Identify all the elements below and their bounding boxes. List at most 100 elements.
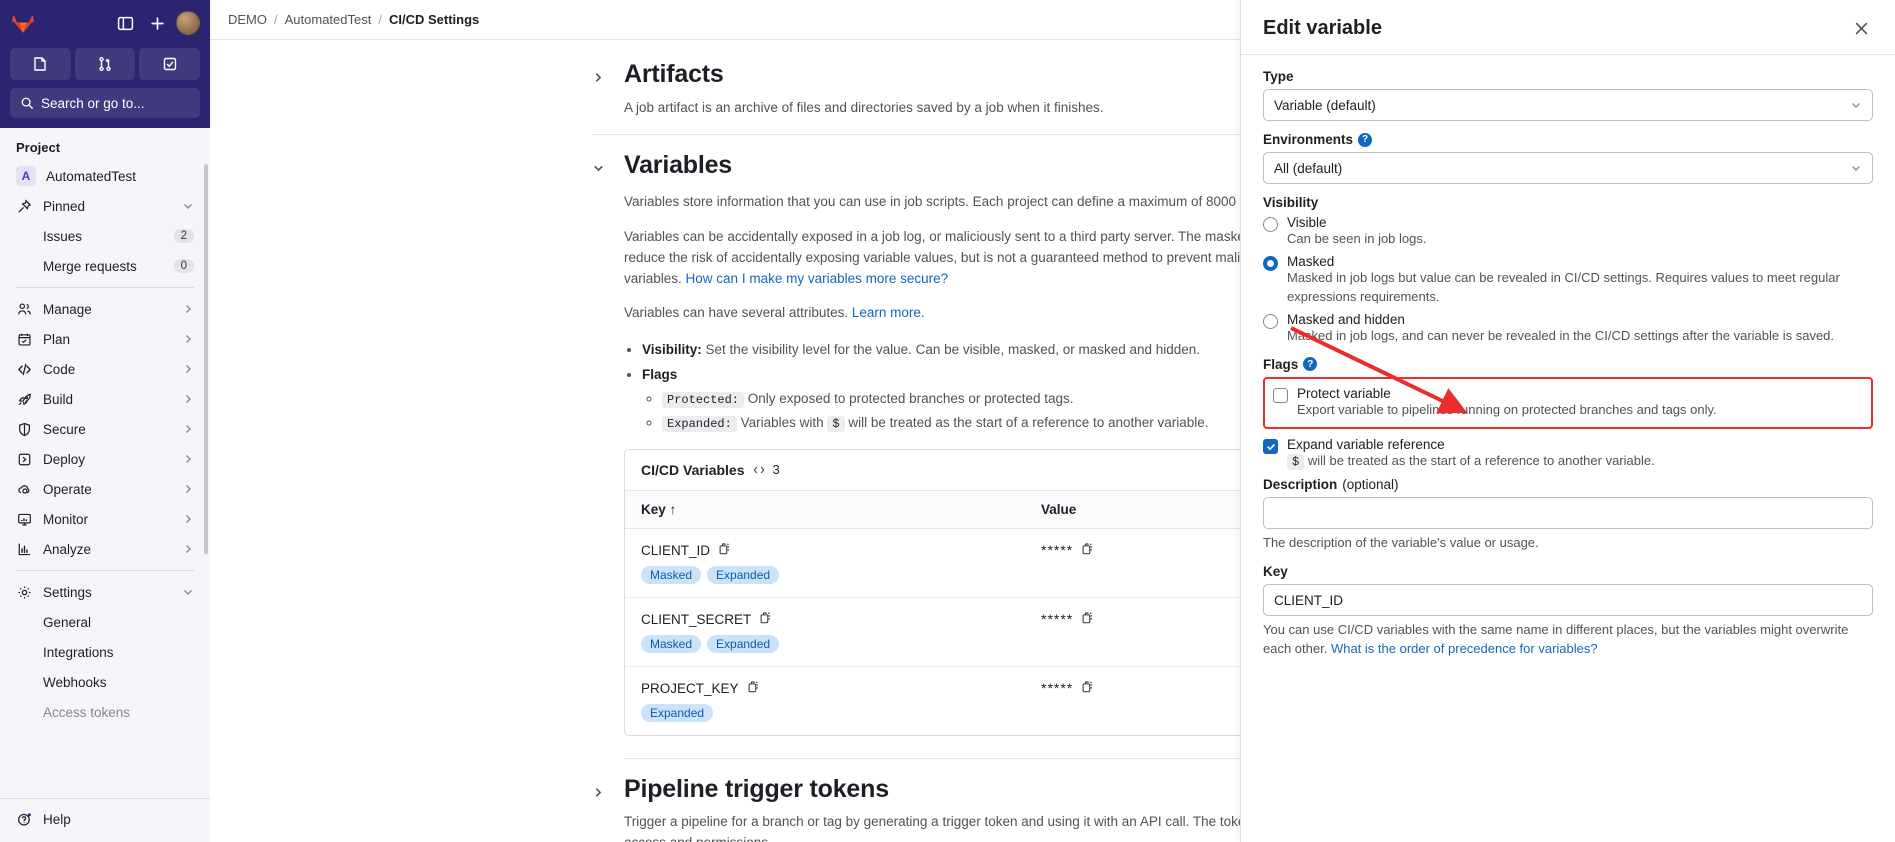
attribute-visibility-label: Visibility: xyxy=(642,342,702,358)
sidebar-toggle-icon[interactable] xyxy=(112,10,138,36)
user-avatar[interactable] xyxy=(176,11,200,35)
variable-tags: Masked Expanded xyxy=(641,565,1009,584)
search-placeholder: Search or go to... xyxy=(41,95,145,111)
todos-tab-icon[interactable] xyxy=(139,48,201,80)
chart-icon xyxy=(16,541,33,558)
nav-divider xyxy=(16,570,194,571)
attribute-visibility-text: Set the visibility level for the value. … xyxy=(705,342,1201,358)
sidebar-item-plan[interactable]: Plan xyxy=(8,324,202,354)
radio-option-visible[interactable]: Visible Can be seen in job logs. xyxy=(1263,215,1873,248)
cell-value: ***** xyxy=(1025,528,1270,598)
field-type: Type Variable (default) xyxy=(1263,69,1873,121)
edit-variable-drawer: Edit variable Type Variable (default) En… xyxy=(1240,0,1895,842)
tag-masked: Masked xyxy=(641,565,702,584)
field-description: Description (optional) The description o… xyxy=(1263,477,1873,553)
sidebar-item-analyze[interactable]: Analyze xyxy=(8,534,202,564)
variable-value: ***** xyxy=(1041,542,1074,559)
variables-p2-link[interactable]: How can I make my variables more secure? xyxy=(686,271,949,286)
merge-requests-badge: 0 xyxy=(173,259,194,273)
environments-select[interactable]: All (default) xyxy=(1263,152,1873,184)
sidebar-item-label: Pinned xyxy=(43,198,86,214)
radio-visible-desc: Can be seen in job logs. xyxy=(1287,231,1427,246)
chevron-right-icon xyxy=(186,365,191,373)
copy-icon[interactable] xyxy=(1081,680,1095,697)
breadcrumb-separator: / xyxy=(274,12,278,27)
breadcrumb-item-demo[interactable]: DEMO xyxy=(228,12,267,27)
protect-variable-checkbox[interactable] xyxy=(1273,387,1288,403)
issues-badge: 2 xyxy=(173,229,194,243)
expand-variable-desc-a: will be treated as the start of a refere… xyxy=(1307,453,1555,469)
key-input[interactable] xyxy=(1263,584,1873,617)
chevron-right-icon xyxy=(186,395,191,403)
sidebar-item-operate[interactable]: Operate xyxy=(8,474,202,504)
expand-variable-checkbox[interactable] xyxy=(1263,439,1278,455)
cloud-gear-icon xyxy=(16,481,33,498)
sidebar-item-code[interactable]: Code xyxy=(8,354,202,384)
variable-key: CLIENT_SECRET xyxy=(641,611,752,627)
column-header-key[interactable]: Key ↑ xyxy=(625,489,1025,529)
users-icon xyxy=(16,301,33,318)
help-icon[interactable]: ? xyxy=(1303,357,1318,372)
issues-tab-icon[interactable] xyxy=(10,48,71,80)
copy-icon[interactable] xyxy=(1081,611,1095,628)
merge-requests-tab-icon[interactable] xyxy=(74,48,136,80)
sidebar-item-label: Analyze xyxy=(43,541,92,557)
radio-masked-and-hidden[interactable] xyxy=(1263,314,1278,330)
sidebar-item-integrations[interactable]: Integrations xyxy=(8,637,202,667)
sidebar-item-help[interactable]: Help xyxy=(8,804,202,834)
cicd-variables-count: 3 xyxy=(772,462,780,478)
flags-label: Flags xyxy=(1263,356,1299,372)
sidebar-scrollbar[interactable] xyxy=(204,164,208,554)
close-icon[interactable] xyxy=(1849,16,1873,40)
type-select[interactable]: Variable (default) xyxy=(1263,89,1873,121)
sidebar-nav: Project A AutomatedTest Pinned Issues 2 … xyxy=(0,128,210,798)
column-header-value[interactable]: Value xyxy=(1025,489,1270,529)
cell-key: PROJECT_KEY Expanded xyxy=(625,666,1025,735)
help-icon[interactable]: ? xyxy=(1358,132,1373,147)
description-label-group: Description (optional) xyxy=(1263,477,1873,492)
radio-masked[interactable] xyxy=(1263,256,1278,272)
new-item-icon[interactable] xyxy=(144,10,170,36)
radio-visible[interactable] xyxy=(1263,217,1278,232)
sidebar-item-secure[interactable]: Secure xyxy=(8,414,202,444)
gitlab-logo-icon[interactable] xyxy=(10,11,36,35)
protect-variable-label: Protect variable xyxy=(1297,385,1391,401)
pipeline-tokens-expand-toggle[interactable] xyxy=(592,786,606,802)
checkbox-row-protect-variable[interactable]: Protect variable Export variable to pipe… xyxy=(1273,386,1863,419)
variables-expand-toggle[interactable] xyxy=(592,162,606,178)
sidebar-item-access-tokens[interactable]: Access tokens xyxy=(8,697,202,727)
copy-icon[interactable] xyxy=(759,611,773,628)
sidebar-item-monitor[interactable]: Monitor xyxy=(8,504,202,534)
variable-key: PROJECT_KEY xyxy=(641,680,739,696)
variables-p3-link[interactable]: Learn more. xyxy=(852,305,925,320)
chevron-down-icon xyxy=(1852,166,1860,171)
project-avatar: A xyxy=(16,166,36,186)
sidebar-item-pinned[interactable]: Pinned xyxy=(8,191,202,221)
description-input[interactable] xyxy=(1263,497,1873,530)
tag-expanded: Expanded xyxy=(707,565,780,584)
radio-option-masked[interactable]: Masked Masked in job logs but value can … xyxy=(1263,254,1873,306)
search-input[interactable]: Search or go to... xyxy=(10,88,200,118)
checkbox-row-expand-variable[interactable]: Expand variable reference $ will be trea… xyxy=(1263,437,1873,471)
sidebar-item-build[interactable]: Build xyxy=(8,384,202,414)
sidebar-item-manage[interactable]: Manage xyxy=(8,294,202,324)
copy-icon[interactable] xyxy=(747,680,761,697)
code-icon xyxy=(16,361,33,378)
pin-icon xyxy=(16,198,33,215)
copy-icon[interactable] xyxy=(1081,542,1095,559)
radio-option-masked-hidden[interactable]: Masked and hidden Masked in job logs, an… xyxy=(1263,312,1873,345)
key-help-link[interactable]: What is the order of precedence for vari… xyxy=(1331,641,1598,656)
sidebar-item-merge-requests[interactable]: Merge requests 0 xyxy=(8,251,202,281)
gear-icon xyxy=(16,584,33,601)
shield-icon xyxy=(16,421,33,438)
copy-icon[interactable] xyxy=(718,542,732,559)
sidebar-item-issues[interactable]: Issues 2 xyxy=(8,221,202,251)
artifacts-expand-toggle[interactable] xyxy=(592,71,606,87)
sidebar-item-project[interactable]: A AutomatedTest xyxy=(8,161,202,191)
sidebar-item-settings[interactable]: Settings xyxy=(8,577,202,607)
sidebar-item-label: Code xyxy=(43,361,76,377)
breadcrumb-item-project[interactable]: AutomatedTest xyxy=(285,12,372,27)
sidebar-item-general[interactable]: General xyxy=(8,607,202,637)
sidebar-item-deploy[interactable]: Deploy xyxy=(8,444,202,474)
sidebar-item-webhooks[interactable]: Webhooks xyxy=(8,667,202,697)
